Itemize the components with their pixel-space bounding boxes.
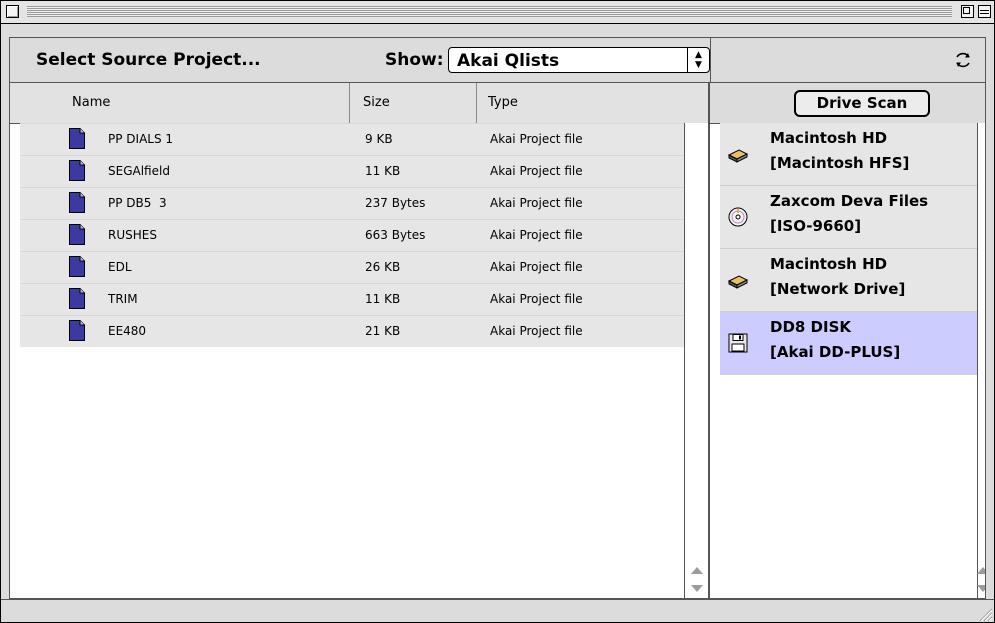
column-header-size[interactable]: Size bbox=[363, 95, 390, 110]
scroll-down-arrow-icon[interactable] bbox=[977, 585, 985, 592]
drive-scan-button[interactable]: Drive Scan bbox=[794, 90, 930, 117]
file-list: PP DIALS 1 9 KB Akai Project file SEGAlf… bbox=[20, 123, 684, 347]
file-type: Akai Project file bbox=[490, 324, 583, 338]
header-bar: Select Source Project... Show: Akai Qlis… bbox=[9, 37, 986, 83]
zoom-box[interactable] bbox=[961, 5, 974, 18]
file-list-pane: Name Size Type PP DIALS 1 9 KB Akai Proj… bbox=[9, 82, 709, 599]
status-bar bbox=[1, 599, 994, 623]
file-size: 237 Bytes bbox=[365, 196, 426, 210]
file-row[interactable]: SEGAlfield 11 KB Akai Project file bbox=[20, 155, 684, 187]
drive-name: Zaxcom Deva Files bbox=[770, 192, 929, 210]
title-bar-stripes bbox=[27, 6, 952, 17]
title-bar[interactable] bbox=[1, 1, 994, 24]
source-project-window: Select Source Project... Show: Akai Qlis… bbox=[0, 0, 995, 623]
file-row[interactable]: PP DB5 3 237 Bytes Akai Project file bbox=[20, 187, 684, 219]
resize-grip-icon[interactable] bbox=[974, 600, 994, 623]
scroll-up-arrow-icon[interactable] bbox=[691, 567, 703, 574]
file-row[interactable]: PP DIALS 1 9 KB Akai Project file bbox=[20, 123, 684, 155]
document-icon bbox=[69, 256, 85, 277]
file-type: Akai Project file bbox=[490, 228, 583, 242]
file-size: 26 KB bbox=[365, 260, 401, 274]
drive-list-scrollbar[interactable] bbox=[977, 123, 985, 598]
column-separator bbox=[476, 83, 477, 123]
hard-disk-icon bbox=[727, 275, 749, 289]
floppy-disk-icon bbox=[728, 333, 748, 353]
scroll-down-arrow-icon[interactable] bbox=[691, 585, 703, 592]
column-separator bbox=[349, 83, 350, 123]
document-icon bbox=[69, 192, 85, 213]
drive-format: [Network Drive] bbox=[770, 280, 906, 298]
document-icon bbox=[69, 320, 85, 341]
drive-format: [Akai DD-PLUS] bbox=[770, 343, 901, 361]
file-name: PP DIALS 1 bbox=[108, 132, 174, 146]
popup-arrows-icon: ▲ ▼ bbox=[687, 48, 709, 72]
scroll-up-arrow-icon[interactable] bbox=[977, 567, 985, 574]
file-name: EE480 bbox=[108, 324, 147, 338]
drive-list-pane: Drive Scan Macintosh HD [Macintosh HFS] bbox=[709, 82, 986, 599]
drive-name: DD8 DISK bbox=[770, 318, 852, 336]
hard-disk-icon bbox=[727, 149, 749, 163]
file-row[interactable]: EDL 26 KB Akai Project file bbox=[20, 251, 684, 283]
show-label: Show: bbox=[385, 50, 444, 70]
file-type: Akai Project file bbox=[490, 196, 583, 210]
drive-name: Macintosh HD bbox=[770, 255, 888, 273]
cd-disc-icon bbox=[728, 207, 748, 227]
file-row[interactable]: RUSHES 663 Bytes Akai Project file bbox=[20, 219, 684, 251]
file-name: EDL bbox=[108, 260, 132, 274]
file-list-scrollbar[interactable] bbox=[684, 123, 708, 598]
file-size: 11 KB bbox=[365, 292, 401, 306]
collapse-box[interactable] bbox=[978, 5, 991, 18]
show-filter-popup[interactable]: Akai Qlists ▲ ▼ bbox=[448, 47, 710, 73]
header-divider bbox=[710, 38, 711, 82]
drive-item-selected[interactable]: DD8 DISK [Akai DD-PLUS] bbox=[720, 312, 978, 375]
document-icon bbox=[69, 288, 85, 309]
show-filter-value: Akai Qlists bbox=[457, 51, 560, 71]
file-type: Akai Project file bbox=[490, 260, 583, 274]
drive-item[interactable]: Zaxcom Deva Files [ISO-9660] bbox=[720, 186, 978, 249]
file-row[interactable]: TRIM 11 KB Akai Project file bbox=[20, 283, 684, 315]
drive-format: [ISO-9660] bbox=[770, 217, 862, 235]
file-type: Akai Project file bbox=[490, 164, 583, 178]
column-header: Name Size Type bbox=[10, 83, 708, 124]
file-size: 11 KB bbox=[365, 164, 401, 178]
file-name: RUSHES bbox=[108, 228, 157, 242]
file-size: 21 KB bbox=[365, 324, 401, 338]
page-title: Select Source Project... bbox=[36, 50, 261, 70]
drive-name: Macintosh HD bbox=[770, 129, 888, 147]
document-icon bbox=[69, 128, 85, 149]
file-row[interactable]: EE480 21 KB Akai Project file bbox=[20, 315, 684, 347]
file-type: Akai Project file bbox=[490, 292, 583, 306]
file-name: TRIM bbox=[108, 292, 138, 306]
file-name: SEGAlfield bbox=[108, 164, 170, 178]
column-header-name[interactable]: Name bbox=[72, 95, 110, 110]
drive-item[interactable]: Macintosh HD [Network Drive] bbox=[720, 249, 978, 312]
refresh-icon[interactable] bbox=[951, 48, 975, 72]
file-size: 663 Bytes bbox=[365, 228, 426, 242]
drive-format: [Macintosh HFS] bbox=[770, 154, 910, 172]
column-header-type[interactable]: Type bbox=[488, 95, 518, 110]
drive-toolbar: Drive Scan bbox=[710, 83, 985, 124]
close-box[interactable] bbox=[6, 5, 19, 18]
file-size: 9 KB bbox=[365, 132, 393, 146]
file-name: PP DB5 3 bbox=[108, 196, 167, 210]
document-icon bbox=[69, 160, 85, 181]
document-icon bbox=[69, 224, 85, 245]
file-type: Akai Project file bbox=[490, 132, 583, 146]
drive-item[interactable]: Macintosh HD [Macintosh HFS] bbox=[720, 123, 978, 186]
drive-list: Macintosh HD [Macintosh HFS] Zaxcom Deva… bbox=[720, 123, 978, 375]
